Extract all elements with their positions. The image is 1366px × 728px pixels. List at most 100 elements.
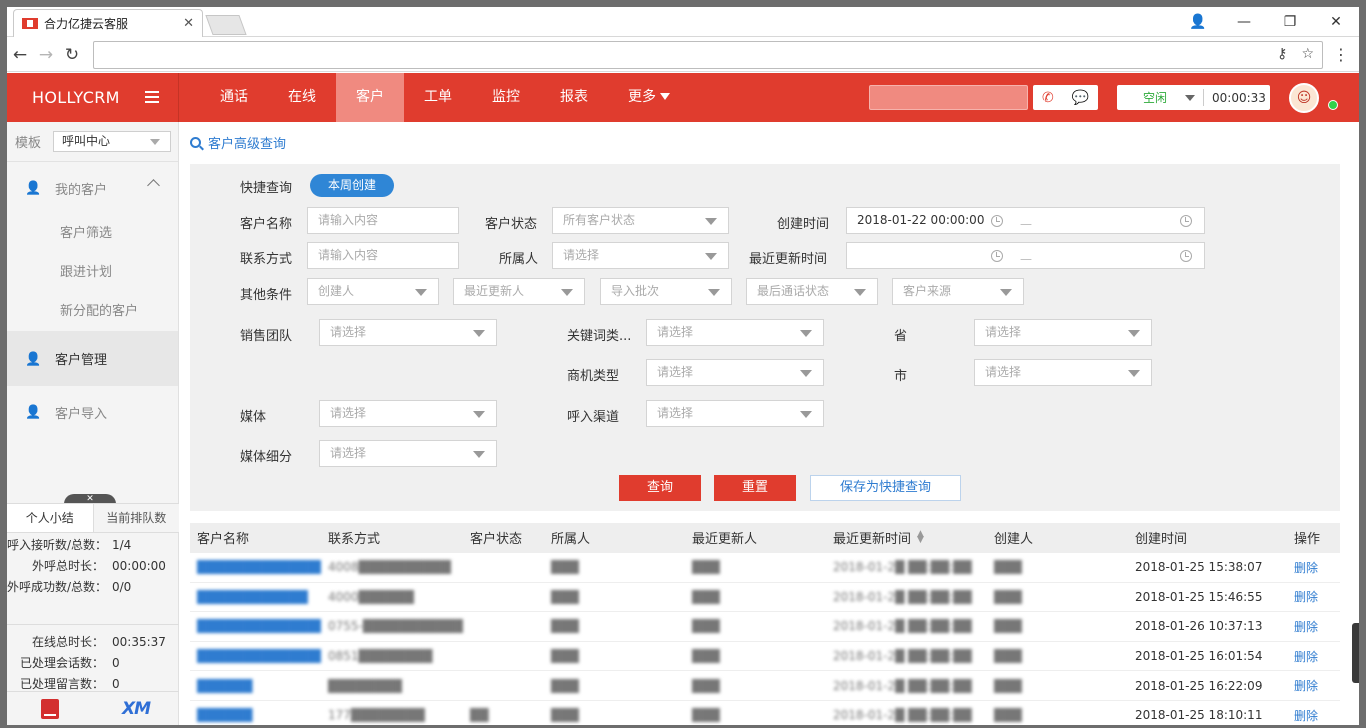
browser-tab[interactable]: 合力亿捷云客服 ✕ bbox=[13, 9, 203, 37]
customer-name-input[interactable]: 请输入内容 bbox=[307, 207, 459, 234]
updated-time-cell: 2018-01-2█ ██:██:██ bbox=[833, 560, 972, 575]
owner-select[interactable]: 请选择 bbox=[552, 242, 729, 269]
keyword-type-select[interactable]: 请选择 bbox=[646, 319, 824, 346]
nav-call[interactable]: 通话 bbox=[200, 73, 268, 122]
customer-source-select[interactable]: 客户来源 bbox=[892, 278, 1024, 305]
profile-icon[interactable]: 👤 bbox=[1175, 14, 1221, 30]
minimize-icon[interactable]: — bbox=[1221, 14, 1267, 30]
xm-logo-icon: XM bbox=[121, 698, 151, 719]
summary-row: 在线总时长： 00:35:37 bbox=[7, 632, 179, 653]
table-row[interactable]: ██████████████ 4008██████████ ███ ███ 2018-0… bbox=[190, 553, 1340, 583]
media-detail-select[interactable]: 请选择 bbox=[319, 440, 497, 467]
updated-time-cell: 2018-01-2█ ██:██:██ bbox=[833, 649, 972, 664]
creator-select[interactable]: 创建人 bbox=[307, 278, 439, 305]
contact-input[interactable]: 请输入内容 bbox=[307, 242, 459, 269]
col-header: 联系方式 bbox=[328, 532, 381, 547]
nav-ticket[interactable]: 工单 bbox=[404, 73, 472, 122]
close-window-icon[interactable]: ✕ bbox=[1313, 14, 1359, 30]
sidebar-item-customer-import[interactable]: 👤 客户导入 bbox=[7, 386, 178, 438]
nav-customer[interactable]: 客户 bbox=[336, 73, 404, 122]
updated-time-cell: 2018-01-2█ ██:██:██ bbox=[833, 678, 972, 693]
col-header-sortable[interactable]: 最近更新时间 ▲ ▼ bbox=[826, 528, 987, 548]
delete-link[interactable]: 删除 bbox=[1287, 677, 1340, 694]
delete-link[interactable]: 删除 bbox=[1287, 618, 1340, 635]
biz-type-select[interactable]: 请选择 bbox=[646, 359, 824, 386]
query-button[interactable]: 查询 bbox=[619, 475, 701, 501]
province-select[interactable]: 请选择 bbox=[974, 319, 1152, 346]
customer-name-link[interactable]: ██████████████ bbox=[190, 560, 321, 574]
tab-personal-summary[interactable]: 个人小结 bbox=[7, 504, 94, 532]
browser-menu-icon[interactable]: ⋮ bbox=[1333, 45, 1349, 64]
delete-link[interactable]: 删除 bbox=[1287, 559, 1340, 576]
sales-team-select[interactable]: 请选择 bbox=[319, 319, 497, 346]
dial-input[interactable] bbox=[869, 85, 1028, 110]
agent-status-select[interactable]: 空闲 00:00:33 bbox=[1117, 85, 1270, 110]
quick-chip-this-week[interactable]: 本周创建 bbox=[310, 174, 394, 197]
tab-title: 合力亿捷云客服 bbox=[44, 17, 129, 31]
table-row[interactable]: ██████████████ 0851████████ ███ ███ 2018-01-… bbox=[190, 642, 1340, 672]
created-time-range[interactable]: 2018-01-22 00:00:00 — bbox=[846, 207, 1205, 234]
phone-icon[interactable]: ✆ bbox=[1042, 90, 1054, 106]
nav-more[interactable]: 更多 bbox=[608, 73, 690, 122]
customer-name-link[interactable]: ████████████ bbox=[190, 590, 321, 604]
nav-monitor[interactable]: 监控 bbox=[472, 73, 540, 122]
customer-name-link[interactable]: ██████████████ bbox=[190, 619, 321, 633]
tab-close-icon[interactable]: ✕ bbox=[183, 16, 194, 31]
reload-icon[interactable]: ↻ bbox=[59, 45, 85, 65]
address-bar[interactable]: ⚷ ☆ bbox=[93, 41, 1323, 69]
customer-status-select[interactable]: 所有客户状态 bbox=[552, 207, 729, 234]
table-row[interactable]: ██████████████ 0755-████████████ ███ ███ 201… bbox=[190, 612, 1340, 642]
table-row[interactable]: ██████ 177████████ ██ ███ ███ 2018-01-2█ ██:█… bbox=[190, 701, 1340, 725]
browser-window: 合力亿捷云客服 ✕ 👤 — ❐ ✕ ← → ↻ ⚷ ☆ ⋮ HOLLYCRM 通… bbox=[7, 7, 1359, 725]
forward-icon[interactable]: → bbox=[33, 45, 59, 65]
table-row[interactable]: ████████████ 4000██████ ███ ███ 2018-01-2█ █… bbox=[190, 583, 1340, 613]
sidebar-item-follow-plan[interactable]: 跟进计划 bbox=[7, 253, 178, 292]
customer-name-link[interactable]: ██████ bbox=[190, 679, 321, 693]
table-header: 客户名称 联系方式 客户状态 所属人 最近更新人 最近更新时间 ▲ ▼ 创建人 创建… bbox=[190, 523, 1340, 553]
new-tab-button[interactable] bbox=[205, 15, 247, 35]
sort-icon[interactable]: ▲ ▼ bbox=[917, 530, 924, 545]
key-icon[interactable]: ⚷ bbox=[1277, 46, 1287, 62]
contact-cell: 4000██████ bbox=[328, 589, 414, 604]
nav-report[interactable]: 报表 bbox=[540, 73, 608, 122]
maximize-icon[interactable]: ❐ bbox=[1267, 14, 1313, 30]
chat-icon[interactable]: 💬 bbox=[1072, 90, 1089, 106]
sidebar-group-my-customers[interactable]: 👤 我的客户 bbox=[7, 162, 178, 214]
template-label: 模板 bbox=[15, 136, 42, 151]
city-select[interactable]: 请选择 bbox=[974, 359, 1152, 386]
menu-toggle-icon[interactable] bbox=[145, 91, 159, 103]
reset-button[interactable]: 重置 bbox=[714, 475, 796, 501]
updater-select[interactable]: 最近更新人 bbox=[453, 278, 585, 305]
save-quick-query-button[interactable]: 保存为快捷查询 bbox=[810, 475, 961, 501]
import-batch-select[interactable]: 导入批次 bbox=[600, 278, 732, 305]
nav-online[interactable]: 在线 bbox=[268, 73, 336, 122]
inbound-channel-select[interactable]: 请选择 bbox=[646, 400, 824, 427]
col-header: 客户状态 bbox=[470, 532, 523, 547]
scrollbar-handle[interactable] bbox=[1352, 623, 1359, 683]
avatar[interactable]: ☺ bbox=[1289, 83, 1319, 113]
sidebar-item-filter[interactable]: 客户筛选 bbox=[7, 214, 178, 253]
updated-time-range[interactable]: — bbox=[846, 242, 1205, 269]
summary-tabs: 个人小结 当前排队数 bbox=[7, 503, 179, 533]
customer-name-link[interactable]: ██████ bbox=[190, 708, 321, 722]
delete-link[interactable]: 删除 bbox=[1287, 588, 1340, 605]
bookmark-star-icon[interactable]: ☆ bbox=[1301, 46, 1314, 62]
owner-cell: ███ bbox=[551, 678, 579, 693]
delete-link[interactable]: 删除 bbox=[1287, 707, 1340, 724]
help-book-button[interactable] bbox=[7, 692, 93, 725]
sidebar-item-customer-manage[interactable]: 👤 客户管理 bbox=[7, 331, 178, 386]
last-call-status-select[interactable]: 最后通话状态 bbox=[746, 278, 878, 305]
tab-queue[interactable]: 当前排队数 bbox=[93, 504, 179, 532]
back-icon[interactable]: ← bbox=[7, 45, 33, 65]
xm-button[interactable]: XM bbox=[93, 692, 179, 725]
updater-cell: ███ bbox=[692, 589, 720, 604]
delete-link[interactable]: 删除 bbox=[1287, 648, 1340, 665]
chevron-up-icon bbox=[147, 179, 160, 192]
table-row[interactable]: ██████ ████████ ███ ███ 2018-01-2█ ██:██:██ █… bbox=[190, 671, 1340, 701]
media-select[interactable]: 请选择 bbox=[319, 400, 497, 427]
sidebar-item-new-assigned[interactable]: 新分配的客户 bbox=[7, 292, 178, 331]
media-detail-label: 媒体细分 bbox=[240, 450, 293, 465]
template-select[interactable]: 呼叫中心 bbox=[53, 131, 171, 152]
summary-value: 0 bbox=[112, 656, 120, 670]
customer-name-link[interactable]: ██████████████ bbox=[190, 649, 321, 663]
